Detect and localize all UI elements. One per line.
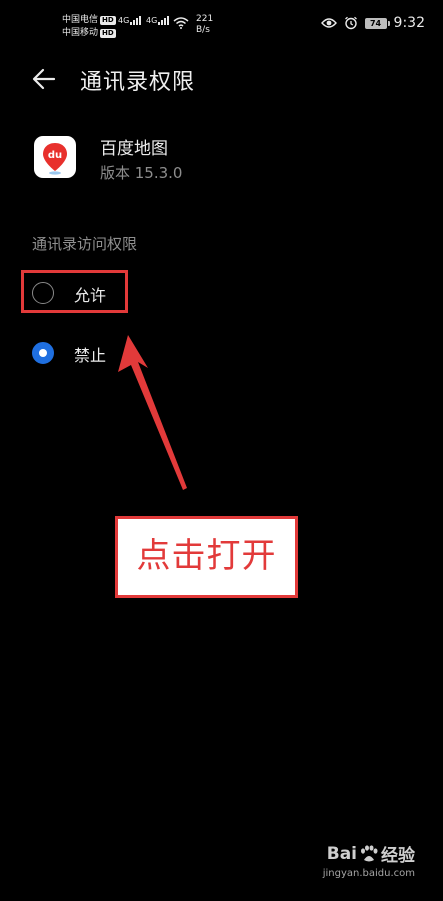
hd-badge-1: HD bbox=[100, 16, 116, 25]
watermark-brand-right: 经验 bbox=[381, 846, 415, 866]
speed-unit: B/s bbox=[196, 25, 210, 35]
carrier-2: 中国移动 bbox=[62, 28, 99, 38]
app-icon: du bbox=[34, 136, 76, 178]
eye-icon bbox=[320, 18, 337, 28]
radio-deny[interactable] bbox=[32, 342, 54, 364]
app-icon-text: du bbox=[48, 150, 62, 161]
back-arrow-icon[interactable] bbox=[30, 65, 58, 93]
app-version: 版本 15.3.0 bbox=[100, 164, 183, 182]
watermark-url: jingyan.baidu.com bbox=[322, 868, 415, 879]
wifi-icon bbox=[173, 17, 189, 29]
annotation-arrow-icon bbox=[118, 335, 187, 490]
page-title: 通讯录权限 bbox=[80, 70, 196, 95]
status-right: 74 9:32 bbox=[320, 15, 425, 31]
net-type-1: 4G bbox=[118, 16, 130, 25]
option-deny-label: 禁止 bbox=[74, 346, 107, 365]
paw-icon bbox=[361, 844, 378, 861]
carrier-info: 中国电信 HD 中国移动 HD bbox=[62, 14, 116, 40]
battery-icon: 74 bbox=[364, 17, 390, 29]
watermark-logo: Bai 经验 bbox=[323, 841, 415, 867]
highlight-box bbox=[21, 270, 128, 313]
app-name: 百度地图 bbox=[100, 139, 168, 159]
section-title: 通讯录访问权限 bbox=[32, 235, 138, 253]
annotation-callout: 点击打开 bbox=[115, 516, 298, 598]
clock-time: 9:32 bbox=[393, 15, 425, 31]
baidu-jingyan-watermark: Bai 经验 jingyan.baidu.com bbox=[322, 841, 415, 880]
signal-icon-2: 4G bbox=[146, 16, 170, 25]
app-bar: 通讯录权限 bbox=[0, 52, 443, 106]
carrier-1: 中国电信 bbox=[62, 15, 99, 25]
network-speed: 221 B/s bbox=[196, 14, 213, 36]
status-bar: 中国电信 HD 中国移动 HD 4G 4G 221 B/s 74 9:32 bbox=[0, 0, 443, 46]
net-type-2: 4G bbox=[146, 16, 158, 25]
alarm-icon bbox=[344, 16, 357, 30]
baidu-map-logo-icon: du bbox=[43, 143, 67, 175]
app-info: du 百度地图 版本 15.3.0 bbox=[34, 134, 434, 184]
signal-icon-1: 4G bbox=[118, 16, 142, 25]
watermark-brand-left: Bai bbox=[326, 843, 357, 864]
hd-badge-2: HD bbox=[100, 29, 116, 38]
speed-value: 221 bbox=[196, 14, 214, 24]
